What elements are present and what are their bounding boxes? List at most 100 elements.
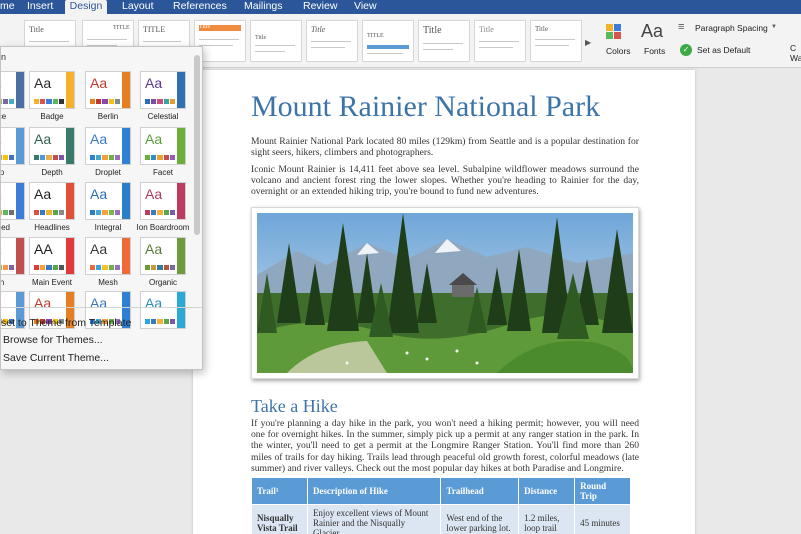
style-set-thumb[interactable]: Title <box>530 20 582 62</box>
theme-thumbnail[interactable]: Aa <box>29 127 75 165</box>
theme-thumbnail[interactable]: Aa <box>29 71 75 109</box>
color-swatch-icon <box>34 99 40 104</box>
color-swatch-icon <box>151 99 157 104</box>
tab-design[interactable]: Design <box>65 0 107 14</box>
style-set-thumb[interactable]: Title <box>418 20 470 62</box>
style-set-thumb[interactable]: Title <box>474 20 526 62</box>
table-cell: West end of the lower parking lot. <box>440 504 520 534</box>
tab-insert[interactable]: Insert <box>27 0 61 14</box>
theme-name-label: Badge <box>40 112 64 121</box>
theme-accent-strip <box>177 238 185 274</box>
theme-thumbnail[interactable]: Aa <box>140 182 186 220</box>
park-photo[interactable] <box>251 207 639 379</box>
color-swatch-icon <box>102 265 108 270</box>
theme-thumbnail[interactable]: Aa <box>140 237 186 275</box>
theme-thumbnail[interactable]: Aa <box>140 71 186 109</box>
theme-name-label: Droplet <box>95 168 121 177</box>
theme-accent-strip <box>16 128 24 164</box>
watermark-button-partial[interactable]: C Wa <box>790 43 801 63</box>
table-header-row: Trail¹ Description of Hike Trailhead Dis… <box>251 477 631 505</box>
theme-thumbnail[interactable]: Aa <box>1 127 25 165</box>
theme-color-swatches <box>1 210 15 215</box>
theme-thumbnail[interactable]: Aa <box>85 127 131 165</box>
theme-thumbnail[interactable]: Aa <box>1 182 25 220</box>
theme-color-swatches <box>145 155 176 160</box>
style-set-thumb[interactable]: Title <box>250 20 302 62</box>
color-swatch-icon <box>157 99 163 104</box>
reset-theme-menu-item[interactable]: set to Theme from Template <box>1 317 131 329</box>
color-swatch-icon <box>114 210 121 215</box>
color-swatch-icon <box>163 99 169 104</box>
chevron-down-icon: ▼ <box>771 24 777 30</box>
colors-button[interactable]: Colors <box>598 20 636 68</box>
theme-accent-strip <box>66 183 74 219</box>
color-swatch-icon <box>114 265 121 270</box>
theme-font-sample: Aa <box>90 75 108 91</box>
color-swatch-icon <box>96 155 102 160</box>
theme-thumbnail[interactable]: Aa <box>85 71 131 109</box>
colors-label: Colors <box>606 46 631 56</box>
tab-layout[interactable]: Layout <box>122 0 162 14</box>
intro-paragraph: Iconic Mount Rainier is 14,411 feet abov… <box>251 164 639 198</box>
set-as-default-button[interactable]: ✓ Set as Default <box>678 43 778 59</box>
column-header: Distance <box>518 477 576 505</box>
tab-mailings[interactable]: Mailings <box>244 0 290 14</box>
theme-thumbnail[interactable]: Aa <box>85 182 131 220</box>
theme-accent-strip <box>66 238 74 274</box>
table-cell: 1.2 miles, loop trail <box>518 504 576 534</box>
color-swatch-icon <box>108 99 114 104</box>
section-heading: Take a Hike <box>251 396 338 416</box>
theme-thumbnail[interactable]: AA <box>29 237 75 275</box>
style-set-thumb[interactable]: Title <box>306 20 358 62</box>
theme-thumbnail[interactable]: Aa <box>29 182 75 220</box>
theme-font-sample: Aa <box>34 131 52 147</box>
color-swatch-icon <box>157 210 163 215</box>
color-swatch-icon <box>2 265 8 270</box>
forest-landscape-image <box>257 213 633 373</box>
color-swatch-icon <box>157 155 163 160</box>
color-swatch-icon <box>2 99 8 104</box>
tab-view[interactable]: View <box>354 0 384 14</box>
table-row: Nisqually Vista Trail Enjoy excellent vi… <box>251 504 631 534</box>
theme-accent-strip <box>122 183 130 219</box>
tab-home[interactable]: me <box>0 0 18 14</box>
theme-name-label: Facet <box>152 168 173 177</box>
style-set-thumb[interactable]: TITLE <box>362 20 414 62</box>
color-swatch-icon <box>108 155 114 160</box>
color-swatch-icon <box>58 155 65 160</box>
color-swatch-icon <box>108 210 114 215</box>
color-swatch-icon <box>8 155 15 160</box>
theme-thumbnail[interactable]: Aa <box>1 71 25 109</box>
theme-name-label: Depth <box>41 168 63 177</box>
theme-thumbnail[interactable]: Aa <box>1 237 25 275</box>
popup-section-header: n <box>1 52 7 62</box>
theme-color-swatches <box>90 265 121 270</box>
color-swatch-icon <box>46 210 52 215</box>
color-swatch-icon <box>1 99 2 104</box>
theme-color-swatches <box>145 319 176 324</box>
paragraph-spacing-button[interactable]: ≡ Paragraph Spacing ▼ <box>678 21 788 37</box>
theme-thumbnail[interactable]: Aa <box>140 291 186 329</box>
popup-scrollbar[interactable] <box>194 55 200 235</box>
gallery-more-arrow-icon[interactable]: ▶ <box>585 38 591 47</box>
tab-references[interactable]: References <box>173 0 233 14</box>
color-swatch-icon <box>145 210 151 215</box>
theme-thumbnail[interactable]: Aa <box>85 237 131 275</box>
color-swatch-icon <box>145 99 151 104</box>
color-swatch-icon <box>151 319 157 324</box>
color-swatch-icon <box>8 265 15 270</box>
tab-review[interactable]: Review <box>303 0 341 14</box>
color-swatch-icon <box>90 99 96 104</box>
color-swatch-icon <box>606 32 613 39</box>
color-swatch-icon <box>40 265 46 270</box>
fonts-button[interactable]: Aa Fonts <box>638 20 674 68</box>
ribbon-tab-bar: me Insert Design Layout References Maili… <box>0 0 801 14</box>
save-current-theme-menu-item[interactable]: Save Current Theme... <box>3 352 109 364</box>
table-cell: Enjoy excellent views of Mount Rainier a… <box>306 504 442 534</box>
browse-themes-menu-item[interactable]: Browse for Themes... <box>3 334 103 346</box>
theme-color-swatches <box>1 155 15 160</box>
color-swatch-icon <box>163 265 169 270</box>
theme-font-sample: Aa <box>145 131 163 147</box>
theme-thumbnail[interactable]: Aa <box>140 127 186 165</box>
document-page[interactable]: Mount Rainier National Park Mount Rainie… <box>193 70 695 534</box>
